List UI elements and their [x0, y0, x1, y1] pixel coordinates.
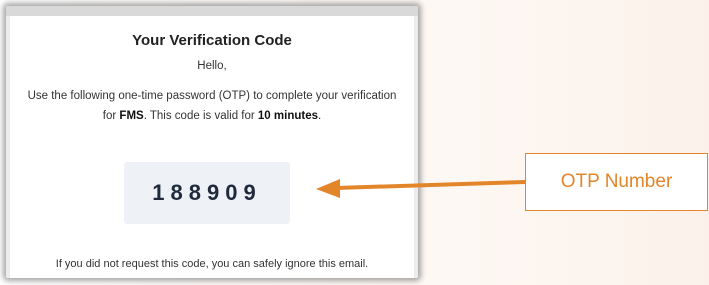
screenshot-stage: Your Verification Code Hello, Use the fo…	[0, 0, 709, 285]
email-title: Your Verification Code	[132, 32, 292, 49]
callout-label: OTP Number	[560, 171, 673, 192]
email-message: Use the following one-time password (OTP…	[26, 86, 398, 126]
email-greeting: Hello,	[197, 60, 227, 72]
email-header-band	[6, 6, 418, 16]
otp-code: 188909	[152, 180, 262, 205]
message-text-3: .	[317, 110, 322, 122]
app-name: FMS	[119, 110, 144, 122]
email-body	[6, 16, 418, 278]
callout-box: OTP Number	[525, 153, 708, 211]
email-footer-note: If you did not request this code, you ca…	[55, 258, 369, 270]
validity-duration: 10 minutes	[257, 110, 318, 122]
otp-code-box: 188909	[124, 162, 290, 224]
message-text-2: . This code is valid for	[143, 110, 258, 122]
email-card: Your Verification Code Hello, Use the fo…	[6, 6, 418, 278]
